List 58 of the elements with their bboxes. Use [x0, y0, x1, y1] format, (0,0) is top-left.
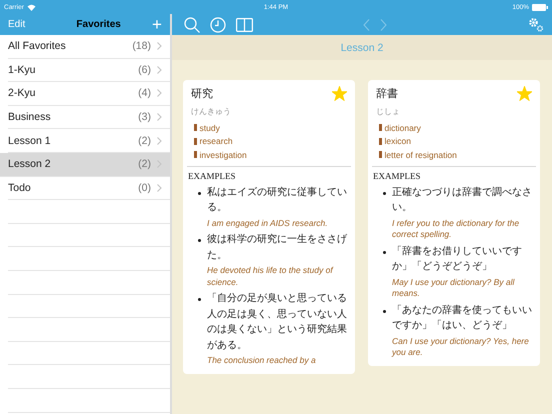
reading-text: けんきゅう — [191, 106, 232, 117]
chevron-icon — [157, 184, 162, 192]
search-icon[interactable] — [184, 16, 200, 32]
bullet-icon — [383, 310, 386, 312]
list-item[interactable]: Todo (0) — [8, 176, 170, 200]
example-translation: The conclusion reached by a — [207, 355, 317, 366]
list-item[interactable]: 1-Kyu (6) — [8, 58, 170, 82]
example-sentence: 彼は科学の研究に一生をささげた。 — [207, 232, 348, 262]
list-item[interactable]: Lesson 2 (2) — [0, 152, 170, 177]
clock-icon[interactable] — [210, 16, 226, 32]
bullet-icon — [198, 239, 201, 242]
bullet-bar-icon — [379, 151, 382, 158]
meaning-text: study — [200, 122, 220, 133]
example-translation: I am engaged in AIDS research. — [207, 218, 329, 229]
bullet-icon — [383, 192, 386, 194]
sidebar-title: Favorites — [76, 19, 121, 30]
list-item[interactable]: All Favorites (18) — [8, 35, 170, 59]
example-sentence: 「あなたの辞書を使ってもいいですか」「はい、どうぞ」 — [392, 304, 533, 333]
list-item[interactable]: 2-Kyu (4) — [8, 82, 170, 106]
examples-heading: EXAMPLES — [373, 170, 422, 180]
meaning-text: dictionary — [384, 122, 421, 133]
bullet-icon — [198, 298, 201, 301]
word-title: 辞書 — [376, 86, 398, 101]
example-translation: Can I use your dictionary? Yes, here you are. — [392, 336, 530, 358]
meaning-text: investigation — [200, 150, 247, 160]
chevron-icon — [157, 113, 162, 122]
settings-icon[interactable] — [528, 17, 544, 32]
meaning-text: research — [200, 136, 233, 146]
examples-heading: EXAMPLES — [188, 170, 237, 180]
lesson-title-bar: Lesson 2 — [172, 35, 552, 60]
chevron-icon — [157, 42, 162, 50]
example-sentence: 「辞書をお借りしていいですか」「どうぞどうぞ」 — [392, 244, 523, 274]
star-icon[interactable] — [517, 86, 532, 101]
chevron-icon — [157, 66, 162, 74]
meaning-text: letter of resignation — [384, 150, 457, 160]
reading-text: じしょ — [376, 106, 401, 117]
bullet-icon — [383, 250, 386, 254]
bullet-bar-icon — [379, 124, 382, 132]
chevron-icon — [157, 136, 162, 145]
example-translation: May I use your dictionary? By all means. — [392, 276, 516, 300]
star-icon[interactable] — [332, 86, 347, 101]
example-sentence: 正確なつづりは辞書で調べなさい。 — [392, 186, 533, 215]
bullet-bar-icon — [194, 138, 196, 145]
book-icon[interactable] — [236, 18, 253, 32]
chevron-icon — [157, 89, 162, 98]
example-sentence: 私はエイズの研究に従事している。 — [207, 186, 348, 215]
example-translation: He devoted his life to the study of science. — [207, 265, 334, 288]
example-sentence: 「自分の足が臭いと思っている人の足は臭く、思っていない人のは臭くない」という研究結果がある。 — [207, 292, 348, 352]
example-translation: I refer you to the dictionary for the correct spelling. — [392, 218, 520, 240]
battery-icon — [532, 4, 548, 10]
meaning-text: lexicon — [384, 136, 411, 146]
word-title: 研究 — [191, 86, 213, 101]
bullet-bar-icon — [194, 124, 196, 132]
list-item[interactable]: Business (3) — [8, 106, 170, 130]
wifi-icon — [26, 4, 36, 10]
bullet-bar-icon — [194, 151, 196, 158]
bullet-icon — [198, 192, 201, 194]
bullet-bar-icon — [379, 138, 382, 145]
